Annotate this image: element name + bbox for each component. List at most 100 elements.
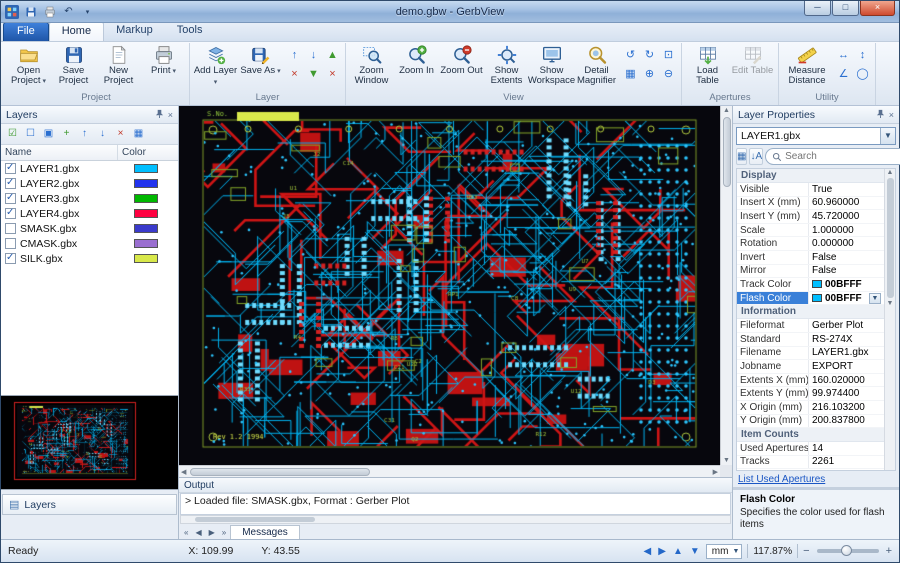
measure-distance-button[interactable]: Measure Distance — [782, 43, 832, 86]
tab-home[interactable]: Home — [49, 22, 104, 41]
save-as-button[interactable]: Save As — [238, 43, 283, 77]
detail-magnifier-button[interactable]: Detail Magnifier — [574, 43, 619, 86]
app-icon[interactable] — [5, 5, 19, 19]
property-row[interactable]: StandardRS-274X — [737, 333, 884, 347]
property-value[interactable]: LAYER1.gbx — [809, 347, 884, 358]
sort-alpha-icon[interactable]: ↓A — [749, 148, 763, 165]
property-row[interactable]: Track Color00BFFF — [737, 278, 884, 292]
layer-color-swatch[interactable] — [134, 224, 158, 233]
layer-properties-icon[interactable]: ▦ — [130, 126, 147, 143]
layer-color-swatch[interactable] — [134, 164, 158, 173]
layer-row[interactable]: SILK.gbx — [1, 251, 178, 266]
properties-close-icon[interactable]: × — [889, 110, 894, 120]
tab-markup[interactable]: Markup — [104, 22, 165, 41]
edit-table-button[interactable]: Edit Table — [730, 43, 775, 76]
zoom-slider[interactable] — [817, 549, 879, 553]
delete-all-layers-icon[interactable]: × — [324, 66, 341, 83]
scroll-down-icon[interactable]: ▼ — [721, 456, 732, 465]
search-input[interactable] — [785, 151, 900, 162]
pin-icon[interactable] — [155, 109, 164, 120]
layer-row[interactable]: SMASK.gbx — [1, 221, 178, 236]
layer-visibility-checkbox[interactable] — [5, 193, 16, 204]
measure-angle-icon[interactable]: ∠ — [835, 66, 852, 83]
qat-save-icon[interactable] — [22, 4, 39, 20]
layer-visibility-checkbox[interactable] — [5, 163, 16, 174]
tab-tools[interactable]: Tools — [165, 22, 215, 41]
scroll-left-icon[interactable]: ◀ — [179, 467, 188, 477]
property-value[interactable]: True — [809, 184, 884, 195]
titlebar[interactable]: ↶ ▾ demo.gbw - GerbView ─ □ × — [1, 1, 899, 23]
pcb-canvas-wrap[interactable]: ▲ ▼ ◀ ▶ — [179, 106, 732, 477]
add-layer-small-icon[interactable]: + — [58, 126, 75, 143]
layer-visibility-checkbox[interactable] — [5, 208, 16, 219]
load-table-button[interactable]: Load Table — [685, 43, 730, 86]
layer-select-combo[interactable]: LAYER1.gbx ▼ — [736, 127, 896, 145]
property-row[interactable]: Insert Y (mm)45.720000 — [737, 210, 884, 224]
layer-visibility-checkbox[interactable] — [5, 223, 16, 234]
zoom-selection-icon[interactable]: ⊡ — [660, 47, 677, 64]
property-row[interactable]: X Origin (mm)216.103200 — [737, 401, 884, 415]
grid-toggle-icon[interactable]: ▦ — [622, 66, 639, 83]
property-row[interactable]: Y Origin (mm)200.837800 — [737, 415, 884, 429]
property-row[interactable]: Tracks2261 — [737, 456, 884, 470]
layer-row[interactable]: CMASK.gbx — [1, 236, 178, 251]
output-log[interactable]: > Loaded file: SMASK.gbx, Format : Gerbe… — [180, 493, 731, 515]
property-value[interactable]: 160.020000 — [809, 375, 884, 386]
pcb-canvas[interactable] — [179, 106, 720, 465]
property-section-header[interactable]: Display — [737, 169, 884, 183]
property-value[interactable]: False — [809, 252, 884, 263]
measure-radius-icon[interactable]: ◯ — [854, 66, 871, 83]
pan-right-icon[interactable]: ▶ — [657, 546, 667, 557]
layer-up-icon[interactable]: ↑ — [76, 126, 93, 143]
layer-color-swatch[interactable] — [134, 194, 158, 203]
zoom-window-button[interactable]: Zoom Window — [349, 43, 394, 86]
property-grid-scrollbar[interactable]: ▲ ▼ — [884, 169, 895, 470]
pan-left-icon[interactable]: ◀ — [643, 546, 653, 557]
property-value[interactable]: False — [809, 265, 884, 276]
property-value[interactable]: 0.000000 — [809, 238, 884, 249]
remove-layer-icon[interactable]: × — [112, 126, 129, 143]
pan-icon[interactable]: ⊕ — [641, 66, 658, 83]
property-row[interactable]: MirrorFalse — [737, 265, 884, 279]
panel-close-icon[interactable]: × — [168, 110, 173, 120]
property-section-header[interactable]: Item Counts — [737, 428, 884, 442]
qat-dropdown-icon[interactable]: ▾ — [79, 4, 96, 20]
zoom-previous-icon[interactable]: ↺ — [622, 47, 639, 64]
property-value[interactable]: 99.974400 — [809, 388, 884, 399]
scroll-up-icon[interactable]: ▲ — [721, 106, 732, 115]
move-layer-up-icon[interactable]: ↑ — [286, 47, 303, 64]
pg-scroll-up-icon[interactable]: ▲ — [887, 169, 894, 176]
search-box[interactable] — [765, 148, 900, 165]
property-row[interactable]: Used Apertures14 — [737, 442, 884, 456]
canvas-vertical-scrollbar[interactable]: ▲ ▼ — [720, 106, 732, 465]
layer-visibility-checkbox[interactable] — [5, 253, 16, 264]
property-value[interactable]: 216.103200 — [809, 402, 884, 413]
prev-tab-icon[interactable]: ◀ — [192, 526, 204, 539]
pan-down-icon[interactable]: ▼ — [689, 546, 701, 557]
property-value[interactable]: 200.837800 — [809, 415, 884, 426]
output-scrollbar[interactable] — [180, 515, 731, 524]
property-row[interactable]: Rotation0.000000 — [737, 237, 884, 251]
pg-scroll-down-icon[interactable]: ▼ — [887, 300, 894, 307]
property-value[interactable]: 2261 — [809, 456, 884, 467]
property-section-header[interactable]: Information — [737, 305, 884, 319]
uncheck-all-layers-icon[interactable]: ☐ — [22, 126, 39, 143]
zoom-out-button[interactable]: Zoom Out — [439, 43, 484, 76]
first-tab-icon[interactable]: « — [181, 526, 191, 539]
property-value[interactable]: 00BFFF▼ — [809, 293, 884, 304]
next-tab-icon[interactable]: ▶ — [206, 526, 218, 539]
move-layer-down-icon[interactable]: ↓ — [305, 47, 322, 64]
property-row[interactable]: InvertFalse — [737, 251, 884, 265]
property-row[interactable]: JobnameEXPORT — [737, 360, 884, 374]
last-tab-icon[interactable]: » — [219, 526, 229, 539]
zoom-in-small-icon[interactable]: + — [886, 545, 892, 557]
new-project-button[interactable]: New Project — [96, 43, 141, 86]
minimize-button[interactable]: ─ — [804, 1, 831, 16]
add-layer-button[interactable]: Add Layer — [193, 43, 238, 88]
layer-color-swatch[interactable] — [134, 254, 158, 263]
thumbnail-area[interactable] — [1, 395, 178, 490]
units-combo[interactable]: mm ▼ — [706, 544, 743, 559]
combo-dropdown-icon[interactable]: ▼ — [880, 128, 895, 144]
property-row[interactable]: Flash Color00BFFF▼ — [737, 292, 884, 306]
property-row[interactable]: FilenameLAYER1.gbx — [737, 347, 884, 361]
